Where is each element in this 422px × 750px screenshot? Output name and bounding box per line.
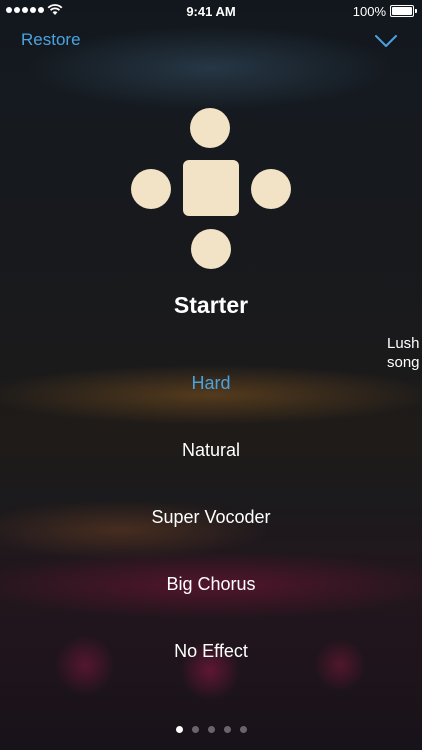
battery-percentage: 100%	[352, 4, 386, 19]
effect-option-hard[interactable]: Hard	[0, 350, 422, 417]
dpad-left-circle	[131, 169, 171, 209]
page-dot-3[interactable]	[207, 726, 215, 733]
dpad-top-circle	[190, 108, 230, 148]
dpad-right-circle	[251, 169, 291, 209]
dpad-icon	[131, 107, 293, 269]
effect-option-big-chorus[interactable]: Big Chorus	[0, 551, 422, 618]
dpad-bottom-circle	[191, 229, 231, 269]
page-dot-2[interactable]	[191, 726, 199, 733]
preset-title: Starter	[173, 292, 249, 318]
effect-option-super-vocoder[interactable]: Super Vocoder	[0, 484, 422, 551]
status-bar: 9:41 AM 100%	[0, 0, 422, 22]
battery-icon	[390, 5, 417, 17]
page-indicator	[0, 726, 422, 733]
effect-option-natural[interactable]: Natural	[0, 417, 422, 484]
page-dot-5[interactable]	[239, 726, 247, 733]
page-dot-4[interactable]	[223, 726, 231, 733]
chevron-down-icon[interactable]	[374, 33, 398, 49]
page-dot-1[interactable]	[175, 726, 183, 733]
dpad-center-square	[183, 160, 239, 216]
restore-button[interactable]: Restore	[21, 30, 81, 50]
effect-option-no-effect[interactable]: No Effect	[0, 618, 422, 685]
